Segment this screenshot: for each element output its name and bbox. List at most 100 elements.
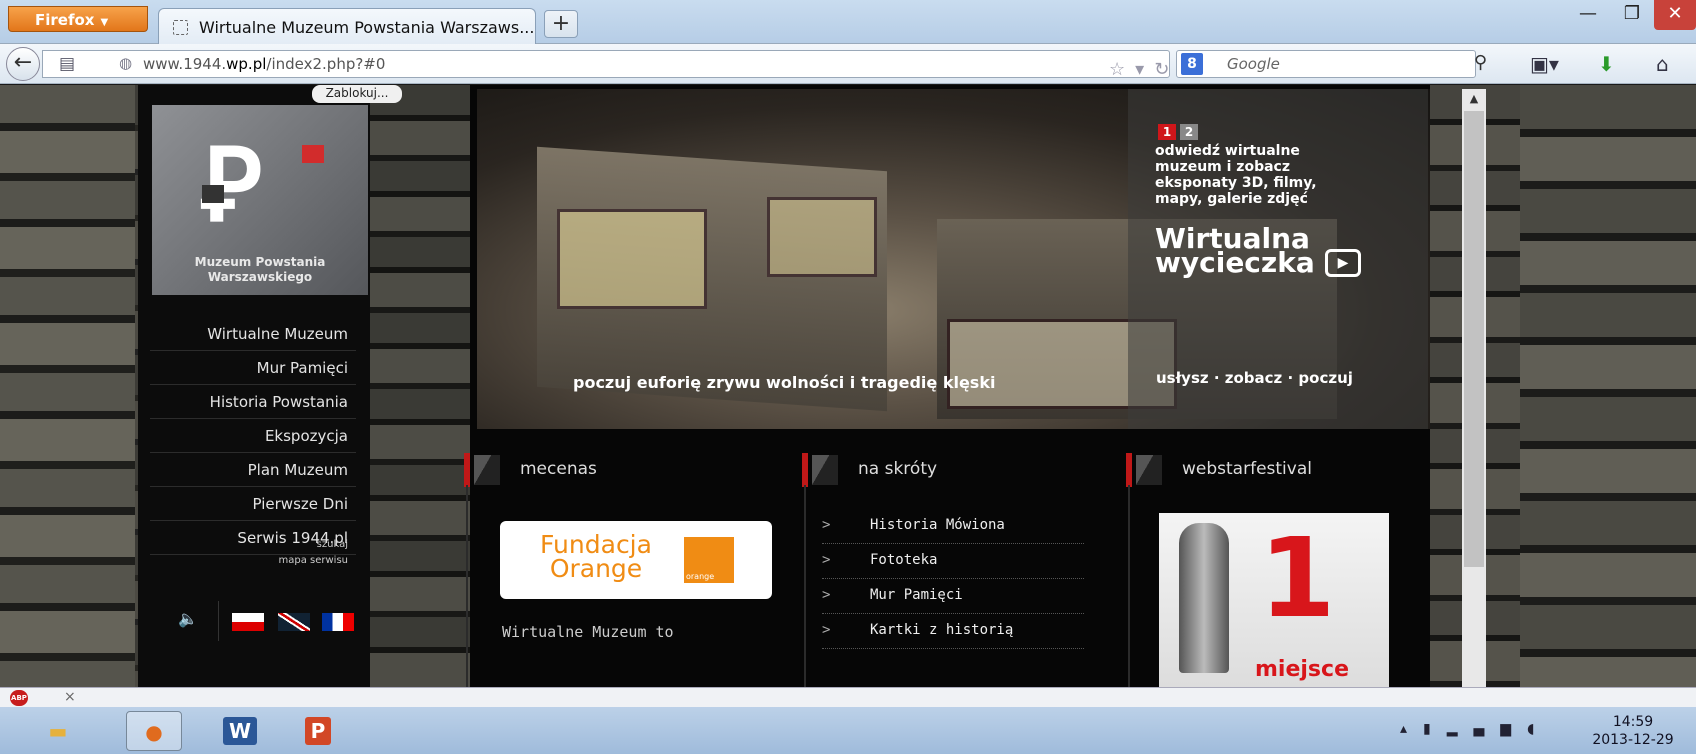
- shortcut-mur-pamieci[interactable]: > Mur Pamięci: [822, 579, 1084, 614]
- accent-bar: [802, 453, 808, 487]
- vertical-scrollbar[interactable]: ▲: [1462, 89, 1486, 687]
- shortcut-kartki[interactable]: > Kartki z historią: [822, 614, 1084, 649]
- home-icon[interactable]: ⌂: [1656, 52, 1669, 76]
- url-prefix: www.1944.: [143, 55, 227, 73]
- bookmarks-list-icon[interactable]: ▤: [59, 54, 75, 74]
- scroll-thumb[interactable]: [1464, 111, 1484, 567]
- sitemap-link[interactable]: mapa serwisu: [150, 553, 356, 569]
- menu-item-historia-powstania[interactable]: Historia Powstania: [150, 385, 356, 419]
- column-header-webstar: webstarfestival: [1126, 453, 1426, 487]
- browser-window: Firefox ▼ Wirtualne Muzeum Powstania Wars…: [0, 0, 1696, 754]
- tray-expand-icon[interactable]: ▴: [1400, 721, 1423, 737]
- flag-pl-icon[interactable]: [232, 613, 264, 631]
- file-explorer-icon[interactable]: ▬: [30, 711, 86, 751]
- globe-icon: ◍: [119, 54, 133, 72]
- scroll-up-icon[interactable]: ▲: [1462, 89, 1486, 109]
- fundacja-line-2: Orange: [549, 554, 643, 583]
- maximize-icon[interactable]: ❐: [1610, 0, 1654, 30]
- divider: [1128, 485, 1130, 705]
- shortcut-list: > Historia Mówiona > Fototeka > Mur Pamięci…: [822, 509, 1084, 649]
- search-input[interactable]: 8 Google ⚲: [1176, 50, 1487, 78]
- new-tab-button[interactable]: +: [544, 10, 578, 38]
- minimize-icon[interactable]: —: [1566, 0, 1610, 30]
- menu-item-plan-muzeum[interactable]: Plan Muzeum: [150, 453, 356, 487]
- navigation-bar: ← ▤ ◍ www.1944.wp.pl/index2.php?#0 ☆▾↻ 8…: [0, 44, 1696, 84]
- close-addon-bar-icon[interactable]: ×: [64, 689, 76, 705]
- url-text: www.1944.wp.pl/index2.php?#0: [143, 55, 385, 73]
- accent-bar: [1126, 453, 1132, 487]
- menu-item-wirtualne-muzeum[interactable]: Wirtualne Muzeum: [150, 317, 356, 351]
- slide-switcher: 12: [1158, 121, 1202, 140]
- firefox-taskbar-icon[interactable]: ●: [126, 711, 182, 751]
- logo-dark-square: [202, 185, 224, 203]
- divider: [804, 485, 806, 705]
- column-header-mecenas: mecenas: [464, 453, 764, 487]
- chevron-right-icon: >: [822, 622, 831, 638]
- star-icon[interactable]: ☆: [1109, 59, 1135, 80]
- addon-bar: ABP ×: [0, 687, 1696, 707]
- bookmarks-icon[interactable]: ▣▾: [1530, 52, 1559, 76]
- secondary-links: szukaj mapa serwisu: [150, 537, 356, 569]
- url-domain: wp.pl: [226, 55, 267, 73]
- battery-icon[interactable]: ▮: [1423, 721, 1447, 737]
- speaker-icon[interactable]: 🔈: [178, 609, 198, 628]
- shortcut-fototeka[interactable]: > Fototeka: [822, 544, 1084, 579]
- header-graphic: [1136, 455, 1162, 485]
- column-header-na-skroty: na skróty: [802, 453, 1102, 487]
- download-icon[interactable]: ⬇: [1598, 52, 1615, 76]
- search-icon[interactable]: ⚲: [1474, 52, 1487, 73]
- back-arrow-icon[interactable]: ←: [6, 47, 40, 81]
- menu-item-pierwsze-dni[interactable]: Pierwsze Dni: [150, 487, 356, 521]
- menu-item-mur-pamieci[interactable]: Mur Pamięci: [150, 351, 356, 385]
- orange-logo: orange: [684, 537, 734, 583]
- virtual-tour-link[interactable]: Wirtualna wycieczka ▶: [1155, 225, 1375, 277]
- close-icon[interactable]: ✕: [1654, 0, 1696, 30]
- exhibit-glass: [767, 197, 877, 277]
- menu-item-ekspozycja[interactable]: Ekspozycja: [150, 419, 356, 453]
- language-switcher: 🔈: [170, 601, 370, 641]
- adblock-icon[interactable]: ABP: [10, 690, 28, 706]
- clock[interactable]: 14:59 2013-12-29: [1584, 713, 1682, 749]
- clock-date: 2013-12-29: [1592, 732, 1674, 748]
- museum-logo[interactable]: Ꝑ Muzeum Powstania Warszawskiego: [152, 105, 368, 295]
- award-number: 1: [1259, 514, 1336, 642]
- slide-1-button[interactable]: 1: [1158, 124, 1176, 140]
- column-title: webstarfestival: [1182, 459, 1312, 479]
- windows-taskbar: ▬ ● W P ▴▮▂▄▆◖ 14:59 2013-12-29: [0, 707, 1696, 754]
- hero-right-caption: usłysz · zobacz · poczuj: [1156, 369, 1353, 387]
- url-bar[interactable]: ▤ ◍ www.1944.wp.pl/index2.php?#0 ☆▾↻: [42, 50, 1170, 80]
- title-bar: Firefox ▼ Wirtualne Muzeum Powstania Wars…: [0, 0, 1696, 44]
- firefox-menu-button[interactable]: Firefox ▼: [8, 6, 148, 32]
- page-icon: [173, 20, 188, 35]
- header-graphic: [812, 455, 838, 485]
- header-graphic: [474, 455, 500, 485]
- url-suffix: /index2.php?#0: [266, 55, 386, 73]
- divider: [466, 485, 468, 705]
- hero-left-caption: poczuj euforię zrywu wolności i tragedię…: [573, 373, 996, 392]
- signal-icon[interactable]: ▂▄▆: [1447, 721, 1527, 737]
- hero-promo-text: odwiedź wirtualne muzeum i zobacz ekspon…: [1155, 143, 1317, 207]
- search-link[interactable]: szukaj: [150, 537, 356, 553]
- orange-logo-text: orange: [686, 572, 715, 581]
- tab-active[interactable]: Wirtualne Muzeum Powstania Warszaws...: [158, 8, 536, 44]
- slide-2-button[interactable]: 2: [1180, 124, 1198, 140]
- block-button[interactable]: Zablokuj...: [312, 85, 402, 103]
- column-title: na skróty: [858, 459, 938, 479]
- volume-icon[interactable]: ◖: [1527, 721, 1550, 737]
- logo-red-square: [302, 145, 324, 163]
- tab-title: Wirtualne Muzeum Powstania Warszaws...: [199, 18, 535, 37]
- shortcut-label: Mur Pamięci: [870, 587, 963, 603]
- flag-uk-icon[interactable]: [278, 613, 310, 631]
- chevron-right-icon: >: [822, 552, 831, 568]
- dropdown-icon[interactable]: ▾: [1135, 59, 1154, 80]
- word-icon[interactable]: W: [212, 711, 268, 751]
- powerpoint-icon[interactable]: P: [290, 711, 346, 751]
- url-actions: ☆▾↻: [1109, 59, 1179, 80]
- google-icon[interactable]: 8: [1181, 53, 1203, 75]
- flag-fr-icon[interactable]: [322, 613, 354, 631]
- shortcut-label: Fototeka: [870, 552, 938, 568]
- webstar-award-banner[interactable]: 1 miejsce: [1159, 513, 1389, 693]
- search-placeholder: Google: [1227, 55, 1280, 73]
- shortcut-historia-mowiona[interactable]: > Historia Mówiona: [822, 509, 1084, 544]
- fundacja-orange-banner[interactable]: Fundacja Orange orange: [500, 521, 772, 599]
